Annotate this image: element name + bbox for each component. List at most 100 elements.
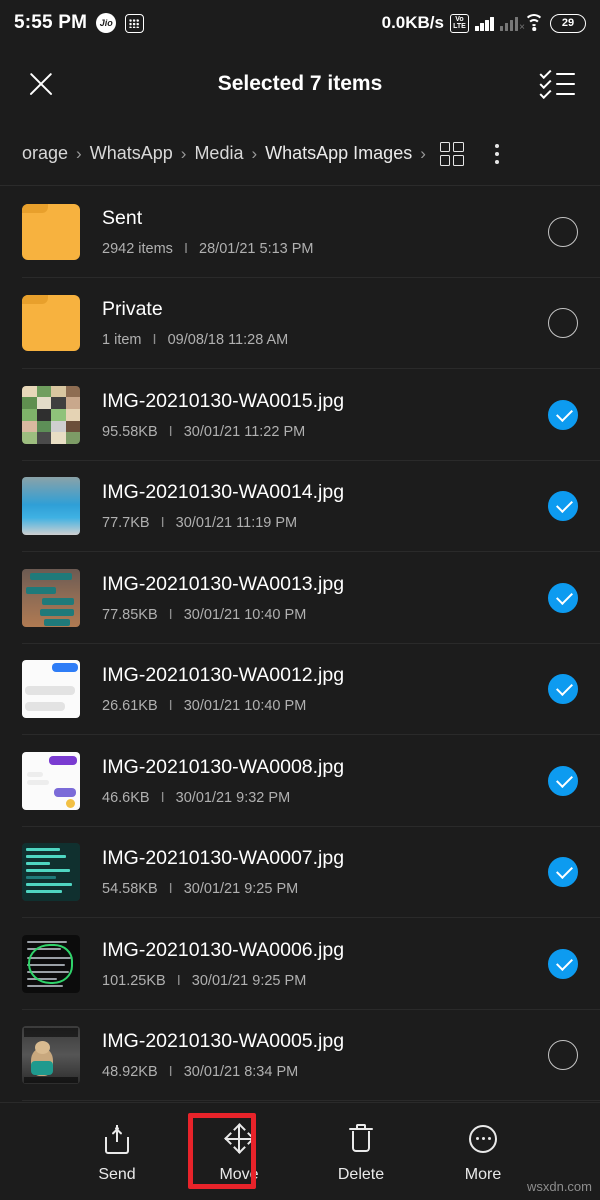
overflow-menu-icon[interactable] (486, 142, 508, 166)
table-row[interactable]: IMG-20210130-WA0015.jpg 95.58KB I 30/01/… (0, 369, 600, 461)
file-list[interactable]: Sent 2942 items I 28/01/21 5:13 PM Priva… (0, 186, 600, 1102)
table-row[interactable]: IMG-20210130-WA0006.jpg 101.25KB I 30/01… (0, 918, 600, 1010)
grid-view-icon[interactable] (439, 141, 464, 166)
file-size: 46.6KB (102, 789, 150, 806)
row-checkbox[interactable] (548, 582, 578, 613)
detail-separator: I (176, 972, 181, 989)
detail-separator: I (152, 332, 157, 349)
breadcrumb-separator-0: › (76, 143, 82, 163)
table-row[interactable]: Private 1 item I 09/08/18 11:28 AM (0, 278, 600, 370)
file-size: 2942 items (102, 240, 173, 257)
signal-bars-sim1-icon (475, 16, 494, 31)
row-checkbox[interactable] (548, 308, 578, 339)
row-checkbox[interactable] (548, 765, 578, 796)
file-name: IMG-20210130-WA0015.jpg (102, 389, 345, 412)
file-details: 2942 items I 28/01/21 5:13 PM (102, 241, 538, 257)
folder-icon (22, 295, 80, 352)
signal-bars-sim2-icon (499, 16, 524, 33)
file-details: 48.92KB I 30/01/21 8:34 PM (102, 1064, 538, 1080)
file-date: 30/01/21 8:34 PM (183, 1064, 299, 1081)
row-checkbox[interactable] (548, 674, 578, 705)
detail-separator: I (160, 789, 165, 806)
breadcrumb-item-3[interactable]: WhatsApp Images (265, 143, 412, 164)
file-details: 77.7KB I 30/01/21 11:19 PM (102, 515, 538, 531)
breadcrumb-item-2[interactable]: Media (194, 143, 243, 164)
more-label: More (464, 1165, 502, 1183)
file-name: IMG-20210130-WA0013.jpg (102, 572, 345, 595)
file-date: 30/01/21 9:32 PM (175, 789, 291, 806)
delete-button[interactable]: Delete (325, 1123, 397, 1184)
file-name: Private (102, 298, 163, 321)
row-checkbox[interactable] (548, 857, 578, 888)
file-date: 30/01/21 9:25 PM (191, 972, 307, 989)
send-button[interactable]: Send (81, 1124, 153, 1184)
bottom-toolbar: Send Move Delete More wsxdn.com (0, 1102, 600, 1200)
file-size: 54.58KB (102, 881, 158, 898)
breadcrumb-item-0[interactable]: orage (22, 143, 68, 164)
row-checkbox[interactable] (548, 1040, 578, 1071)
move-label: Move (219, 1165, 259, 1183)
folder-icon (22, 203, 80, 260)
purple-chat-screenshot-thumbnail (22, 751, 80, 810)
breadcrumb-item-1[interactable]: WhatsApp (90, 143, 173, 164)
row-meta: IMG-20210130-WA0015.jpg 95.58KB I 30/01/… (80, 390, 538, 440)
row-meta: IMG-20210130-WA0012.jpg 26.61KB I 30/01/… (80, 664, 538, 714)
table-row[interactable]: IMG-20210130-WA0008.jpg 46.6KB I 30/01/2… (0, 735, 600, 827)
table-row[interactable]: IMG-20210130-WA0007.jpg 54.58KB I 30/01/… (0, 827, 600, 919)
row-checkbox[interactable] (548, 216, 578, 247)
row-meta: IMG-20210130-WA0013.jpg 77.85KB I 30/01/… (80, 573, 538, 623)
file-name: IMG-20210130-WA0012.jpg (102, 664, 345, 687)
table-row[interactable]: IMG-20210130-WA0012.jpg 26.61KB I 30/01/… (0, 644, 600, 736)
status-bar-right: 0.0KB/s Vo LTE 29 (382, 13, 586, 33)
more-circle-icon (468, 1124, 498, 1154)
status-bar: 5:55 PM Jio 0.0KB/s Vo LTE 29 (0, 0, 600, 46)
file-date: 30/01/21 11:19 PM (175, 515, 298, 532)
action-bar: Selected 7 items (0, 46, 600, 122)
file-size: 1 item (102, 332, 142, 349)
teal-chat-screenshot-thumbnail (22, 568, 80, 627)
file-name: IMG-20210130-WA0005.jpg (102, 1030, 345, 1053)
file-name: IMG-20210130-WA0006.jpg (102, 938, 345, 961)
row-meta: IMG-20210130-WA0006.jpg 101.25KB I 30/01… (80, 939, 538, 989)
row-checkbox[interactable] (548, 948, 578, 979)
volte-line-2: LTE (453, 23, 466, 30)
select-all-icon[interactable] (539, 66, 576, 99)
move-button[interactable]: Move (188, 1112, 275, 1189)
row-checkbox[interactable] (548, 399, 578, 430)
teddy-bear-meme-thumbnail (22, 1026, 80, 1085)
dots-grid-icon (125, 13, 145, 33)
page-title: Selected 7 items (217, 72, 383, 95)
more-button[interactable]: More (447, 1124, 519, 1184)
table-row[interactable]: IMG-20210130-WA0014.jpg 77.7KB I 30/01/2… (0, 461, 600, 553)
trash-icon (346, 1123, 376, 1154)
detail-separator: I (168, 423, 173, 440)
file-details: 26.61KB I 30/01/21 10:40 PM (102, 698, 538, 714)
close-icon[interactable] (24, 67, 58, 101)
delete-label: Delete (337, 1165, 385, 1183)
file-date: 30/01/21 10:40 PM (183, 698, 307, 715)
file-size: 48.92KB (102, 1064, 158, 1081)
file-date: 30/01/21 10:40 PM (183, 606, 307, 623)
file-details: 95.58KB I 30/01/21 11:22 PM (102, 424, 538, 440)
file-size: 101.25KB (102, 972, 166, 989)
file-size: 77.7KB (102, 515, 150, 532)
file-size: 26.61KB (102, 698, 158, 715)
move-arrows-icon (223, 1123, 255, 1154)
row-meta: IMG-20210130-WA0008.jpg 46.6KB I 30/01/2… (80, 756, 538, 806)
table-row[interactable]: IMG-20210130-WA0013.jpg 77.85KB I 30/01/… (0, 552, 600, 644)
white-chat-screenshot-thumbnail (22, 660, 80, 719)
detail-separator: I (168, 606, 173, 623)
detail-separator: I (160, 515, 165, 532)
file-details: 46.6KB I 30/01/21 9:32 PM (102, 790, 538, 806)
volte-line-1: Vo (455, 15, 464, 23)
file-date: 09/08/18 11:28 AM (167, 332, 289, 349)
table-row[interactable]: Sent 2942 items I 28/01/21 5:13 PM (0, 186, 600, 278)
row-meta: IMG-20210130-WA0005.jpg 48.92KB I 30/01/… (80, 1030, 538, 1080)
status-bar-left: 5:55 PM Jio (14, 12, 145, 34)
file-name: Sent (102, 206, 143, 229)
network-speed-text: 0.0KB/s (381, 13, 444, 32)
file-name: IMG-20210130-WA0014.jpg (102, 481, 345, 504)
row-checkbox[interactable] (548, 491, 578, 522)
file-name: IMG-20210130-WA0007.jpg (102, 847, 345, 870)
table-row[interactable]: IMG-20210130-WA0005.jpg 48.92KB I 30/01/… (0, 1010, 600, 1102)
